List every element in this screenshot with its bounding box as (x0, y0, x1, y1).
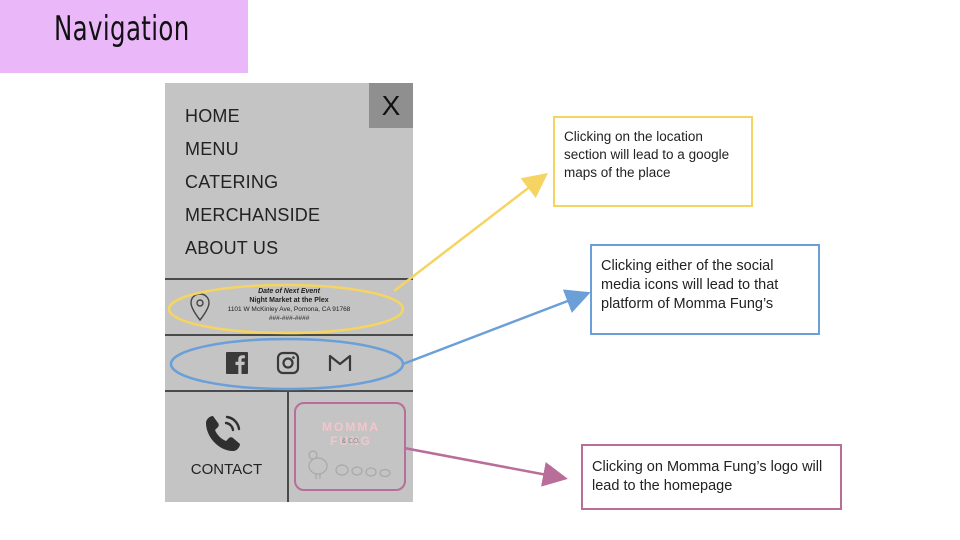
location-arrow (393, 172, 548, 292)
social-annotation-text: Clicking either of the social media icon… (601, 258, 779, 312)
menu-item-home[interactable]: HOME (185, 106, 240, 127)
event-address: 1101 W McKinley Ave, Pomona, CA 91768 (227, 306, 351, 313)
logo-annotation-text: Clicking on Momma Fung’s logo will lead … (592, 459, 823, 494)
menu-item-merchandise[interactable]: MERCHANSIDE (185, 205, 320, 226)
slide-title-box: Navigation (0, 0, 248, 73)
divider (165, 390, 413, 392)
location-annotation-text: Clicking on the location section will le… (564, 129, 730, 180)
logo-subtitle: & CO. (341, 438, 361, 445)
divider (165, 334, 413, 336)
location-annotation: Clicking on the location section will le… (553, 116, 753, 207)
close-button[interactable]: X (369, 83, 413, 128)
logo-annotation: Clicking on Momma Fung’s logo will lead … (581, 444, 842, 510)
menu-item-catering[interactable]: CATERING (185, 172, 278, 193)
slide-title: Navigation (54, 9, 190, 49)
location-pin-icon (190, 293, 210, 322)
instagram-icon[interactable] (276, 351, 300, 375)
social-annotation: Clicking either of the social media icon… (590, 244, 820, 335)
vertical-divider (287, 392, 289, 502)
nav-menu-mockup: X HOME MENU CATERING MERCHANSIDE ABOUT U… (165, 83, 413, 502)
menu-item-menu[interactable]: MENU (185, 139, 239, 160)
event-venue: Night Market at the Plex (249, 297, 329, 304)
chicken-logo-icon (308, 450, 391, 479)
phone-icon (206, 415, 241, 451)
location-section[interactable]: Date of Next Event Night Market at the P… (165, 280, 413, 336)
facebook-icon[interactable] (225, 351, 249, 375)
social-arrow (402, 289, 591, 366)
menu-item-about-us[interactable]: ABOUT US (185, 238, 278, 259)
gmail-icon[interactable] (328, 351, 352, 375)
event-heading: Date of Next Event (258, 288, 320, 295)
event-phone: ###-###-#### (268, 315, 310, 322)
contact-button[interactable]: CONTACT (165, 461, 288, 478)
logo-arrow (403, 446, 568, 487)
momma-fung-logo[interactable]: MOMMA FUNG & CO. (294, 402, 406, 491)
